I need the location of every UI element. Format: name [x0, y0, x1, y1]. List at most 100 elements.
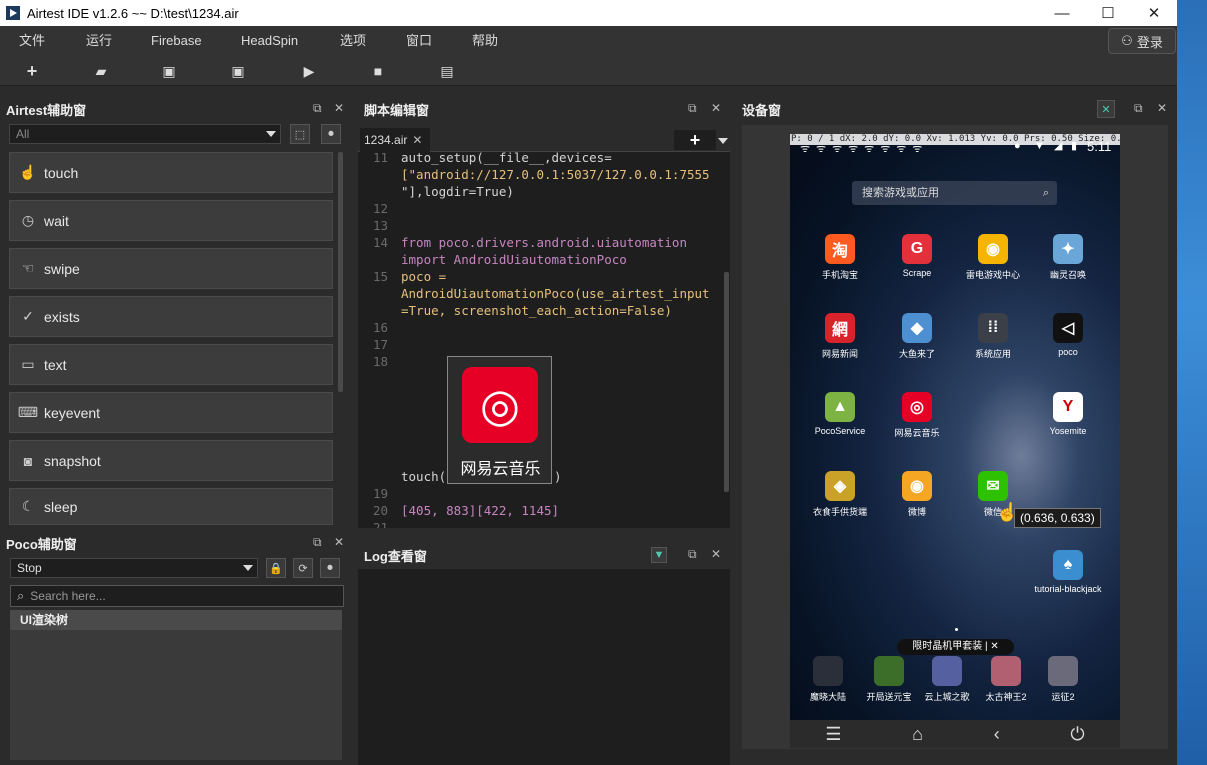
dock-app-icon[interactable]: 运征2 — [1027, 656, 1099, 703]
app-icon[interactable]: ♠ tutorial-blackjack — [1032, 550, 1104, 594]
android-screen[interactable]: P: 0 / 1 dX: 2.0 dY: 0.0 Xv: 1.013 Yv: 0… — [790, 134, 1120, 720]
save-as-icon[interactable]: ▣ — [229, 62, 247, 80]
panel-title: 脚本编辑窗 — [364, 102, 430, 118]
api-label: wait — [44, 212, 69, 229]
screenshot-icon[interactable]: ⬚ — [290, 124, 310, 144]
menu-run[interactable]: 运行 — [86, 26, 112, 56]
menu-window[interactable]: 窗口 — [406, 26, 432, 56]
app-icon[interactable]: ◁ poco — [1032, 313, 1104, 357]
menu-icon[interactable]: ☰ — [825, 724, 841, 745]
run-icon[interactable]: ▶ — [300, 62, 318, 80]
menu-file[interactable]: 文件 — [19, 26, 45, 56]
app-glyph-icon: 網 — [825, 313, 855, 343]
record-icon[interactable]: ⏺ — [321, 124, 341, 144]
close-panel-icon[interactable]: ✕ — [711, 547, 721, 561]
code-line: from poco.drivers.android.uiautomation — [401, 235, 687, 250]
api-text-button[interactable]: ▭ text — [9, 344, 333, 385]
moon-icon: ☾ — [21, 498, 35, 514]
maximize-button[interactable]: ☐ — [1085, 0, 1131, 26]
app-label: 微博 — [907, 507, 926, 517]
tools-icon[interactable]: ✕ — [1097, 100, 1115, 118]
promo-banner[interactable]: 限时晶机甲套装 | ✕ — [897, 639, 1014, 655]
editor-scrollbar[interactable] — [724, 272, 729, 492]
search-placeholder: 搜索游戏或应用 — [862, 187, 939, 199]
search-icon: ⌕ — [17, 588, 25, 603]
menu-firebase[interactable]: Firebase — [151, 26, 202, 56]
app-search-bar[interactable]: 搜索游戏或应用 ⌕ — [852, 181, 1057, 205]
record-icon[interactable]: ⏺ — [320, 558, 340, 578]
app-icon[interactable]: ◎ 网易云音乐 — [881, 392, 953, 439]
open-folder-icon[interactable]: ▰ — [92, 62, 110, 80]
app-icon[interactable]: ⁞⁞ 系统应用 — [957, 313, 1029, 360]
api-snapshot-button[interactable]: ◙ snapshot — [9, 440, 333, 481]
poco-mode-select[interactable]: Stop — [10, 558, 258, 578]
app-label: 手机淘宝 — [821, 270, 858, 280]
api-keyevent-button[interactable]: ⌨ keyevent — [9, 392, 333, 433]
ui-tree-header[interactable]: UI渲染树 — [10, 610, 342, 630]
chevron-down-icon[interactable] — [718, 138, 728, 144]
app-icon[interactable]: ◈ 衣食手供货端 — [804, 471, 876, 518]
text-icon: ▭ — [21, 356, 35, 372]
app-icon[interactable]: 網网易新闻 — [804, 313, 876, 360]
app-icon[interactable]: ◆ 大鱼来了 — [881, 313, 953, 360]
game-icon — [874, 656, 904, 686]
api-sleep-button[interactable]: ☾ sleep — [9, 488, 333, 525]
menu-options[interactable]: 选项 — [340, 26, 366, 56]
assist-scrollbar[interactable] — [338, 152, 343, 392]
minimize-button[interactable]: — — [1039, 0, 1085, 26]
new-file-icon[interactable]: + — [23, 61, 41, 81]
line-number: 16 — [372, 320, 388, 335]
api-wait-button[interactable]: ◷ wait — [9, 200, 333, 241]
poco-search-box[interactable]: ⌕ Search here... — [10, 585, 344, 607]
tab-1234-air[interactable]: 1234.air ✕ — [360, 128, 430, 152]
api-touch-button[interactable]: ☝ touch — [9, 152, 333, 193]
app-icon[interactable]: ✦ 幽灵召唤 — [1032, 234, 1104, 281]
app-glyph-icon: Y — [1053, 392, 1083, 422]
netease-music-icon: ◎ — [462, 367, 538, 443]
close-panel-icon[interactable]: ✕ — [334, 101, 344, 115]
battery-icon: ▮ — [1071, 140, 1078, 152]
float-icon[interactable]: ⧉ — [688, 547, 697, 562]
float-icon[interactable]: ⧉ — [313, 535, 322, 550]
api-filter-select[interactable]: All — [9, 124, 281, 144]
app-icon[interactable]: ◉ 微博 — [881, 471, 953, 518]
float-icon[interactable]: ⧉ — [1134, 101, 1143, 116]
save-icon[interactable]: ▣ — [160, 62, 178, 80]
app-icon[interactable]: ▲ PocoService — [804, 392, 876, 436]
menu-help[interactable]: 帮助 — [472, 26, 498, 56]
code-line: import AndroidUiautomationPoco — [401, 252, 627, 267]
log-area[interactable] — [358, 569, 730, 765]
back-icon[interactable]: ‹ — [994, 724, 1000, 745]
api-label: sleep — [44, 498, 78, 515]
power-icon[interactable]: ⏻ — [1070, 724, 1084, 745]
log-icon[interactable]: ▤ — [438, 62, 456, 80]
lock-icon[interactable]: 🔒 — [266, 558, 286, 578]
home-icon[interactable]: ⌂ — [912, 724, 923, 745]
mode-value: Stop — [17, 561, 42, 575]
title-bar: Airtest IDE v1.2.6 ~~ D:\test\1234.air —… — [0, 0, 1177, 26]
app-icon[interactable]: ◉ 雷电游戏中心 — [957, 234, 1029, 281]
refresh-icon[interactable]: ⟳ — [293, 558, 313, 578]
app-icon[interactable]: Y Yosemite — [1032, 392, 1104, 436]
editor-tab-bar: 1234.air ✕ + — [358, 126, 730, 152]
float-icon[interactable]: ⧉ — [688, 101, 697, 116]
login-button[interactable]: ⚇ 登录 — [1108, 28, 1176, 54]
menu-headspin[interactable]: HeadSpin — [241, 26, 298, 56]
close-panel-icon[interactable]: ✕ — [1157, 101, 1167, 115]
chevron-down-icon — [266, 131, 276, 137]
line-number: 13 — [372, 218, 388, 233]
app-icon[interactable]: G Scrape — [881, 234, 953, 278]
float-icon[interactable]: ⧉ — [313, 101, 322, 116]
new-tab-button[interactable]: + — [674, 130, 716, 150]
app-icon[interactable]: 淘手机淘宝 — [804, 234, 876, 281]
api-exists-button[interactable]: ✓ exists — [9, 296, 333, 337]
close-window-button[interactable]: ✕ — [1131, 0, 1177, 26]
filter-icon[interactable]: ▼ — [651, 547, 667, 563]
panel-title: Log查看窗 — [364, 548, 427, 564]
close-panel-icon[interactable]: ✕ — [334, 535, 344, 549]
ui-tree-area[interactable] — [10, 630, 342, 760]
close-panel-icon[interactable]: ✕ — [711, 101, 721, 115]
stop-icon[interactable]: ■ — [369, 62, 387, 80]
close-tab-icon[interactable]: ✕ — [412, 133, 422, 147]
api-swipe-button[interactable]: ☜ swipe — [9, 248, 333, 289]
